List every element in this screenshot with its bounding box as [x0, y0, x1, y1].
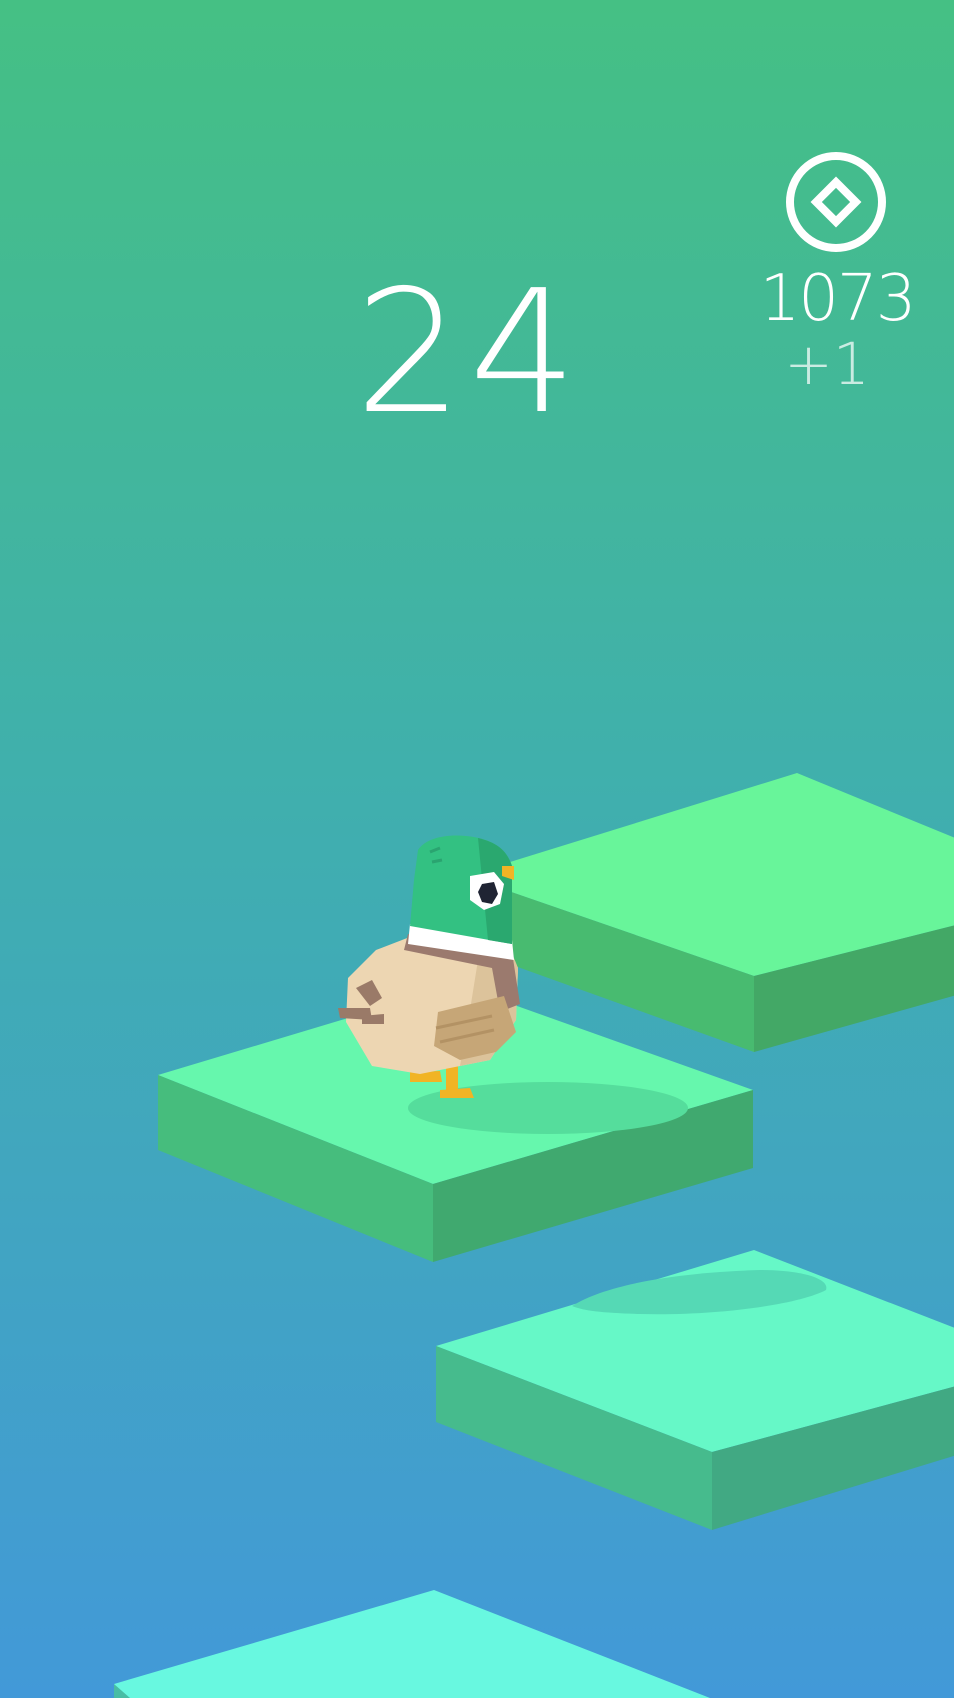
diamond-coin-icon [786, 152, 886, 252]
coin-gain: +1 [784, 330, 870, 398]
coin-total: 1073 [759, 262, 917, 336]
game-screen[interactable]: 24 1073 +1 [0, 0, 954, 1698]
